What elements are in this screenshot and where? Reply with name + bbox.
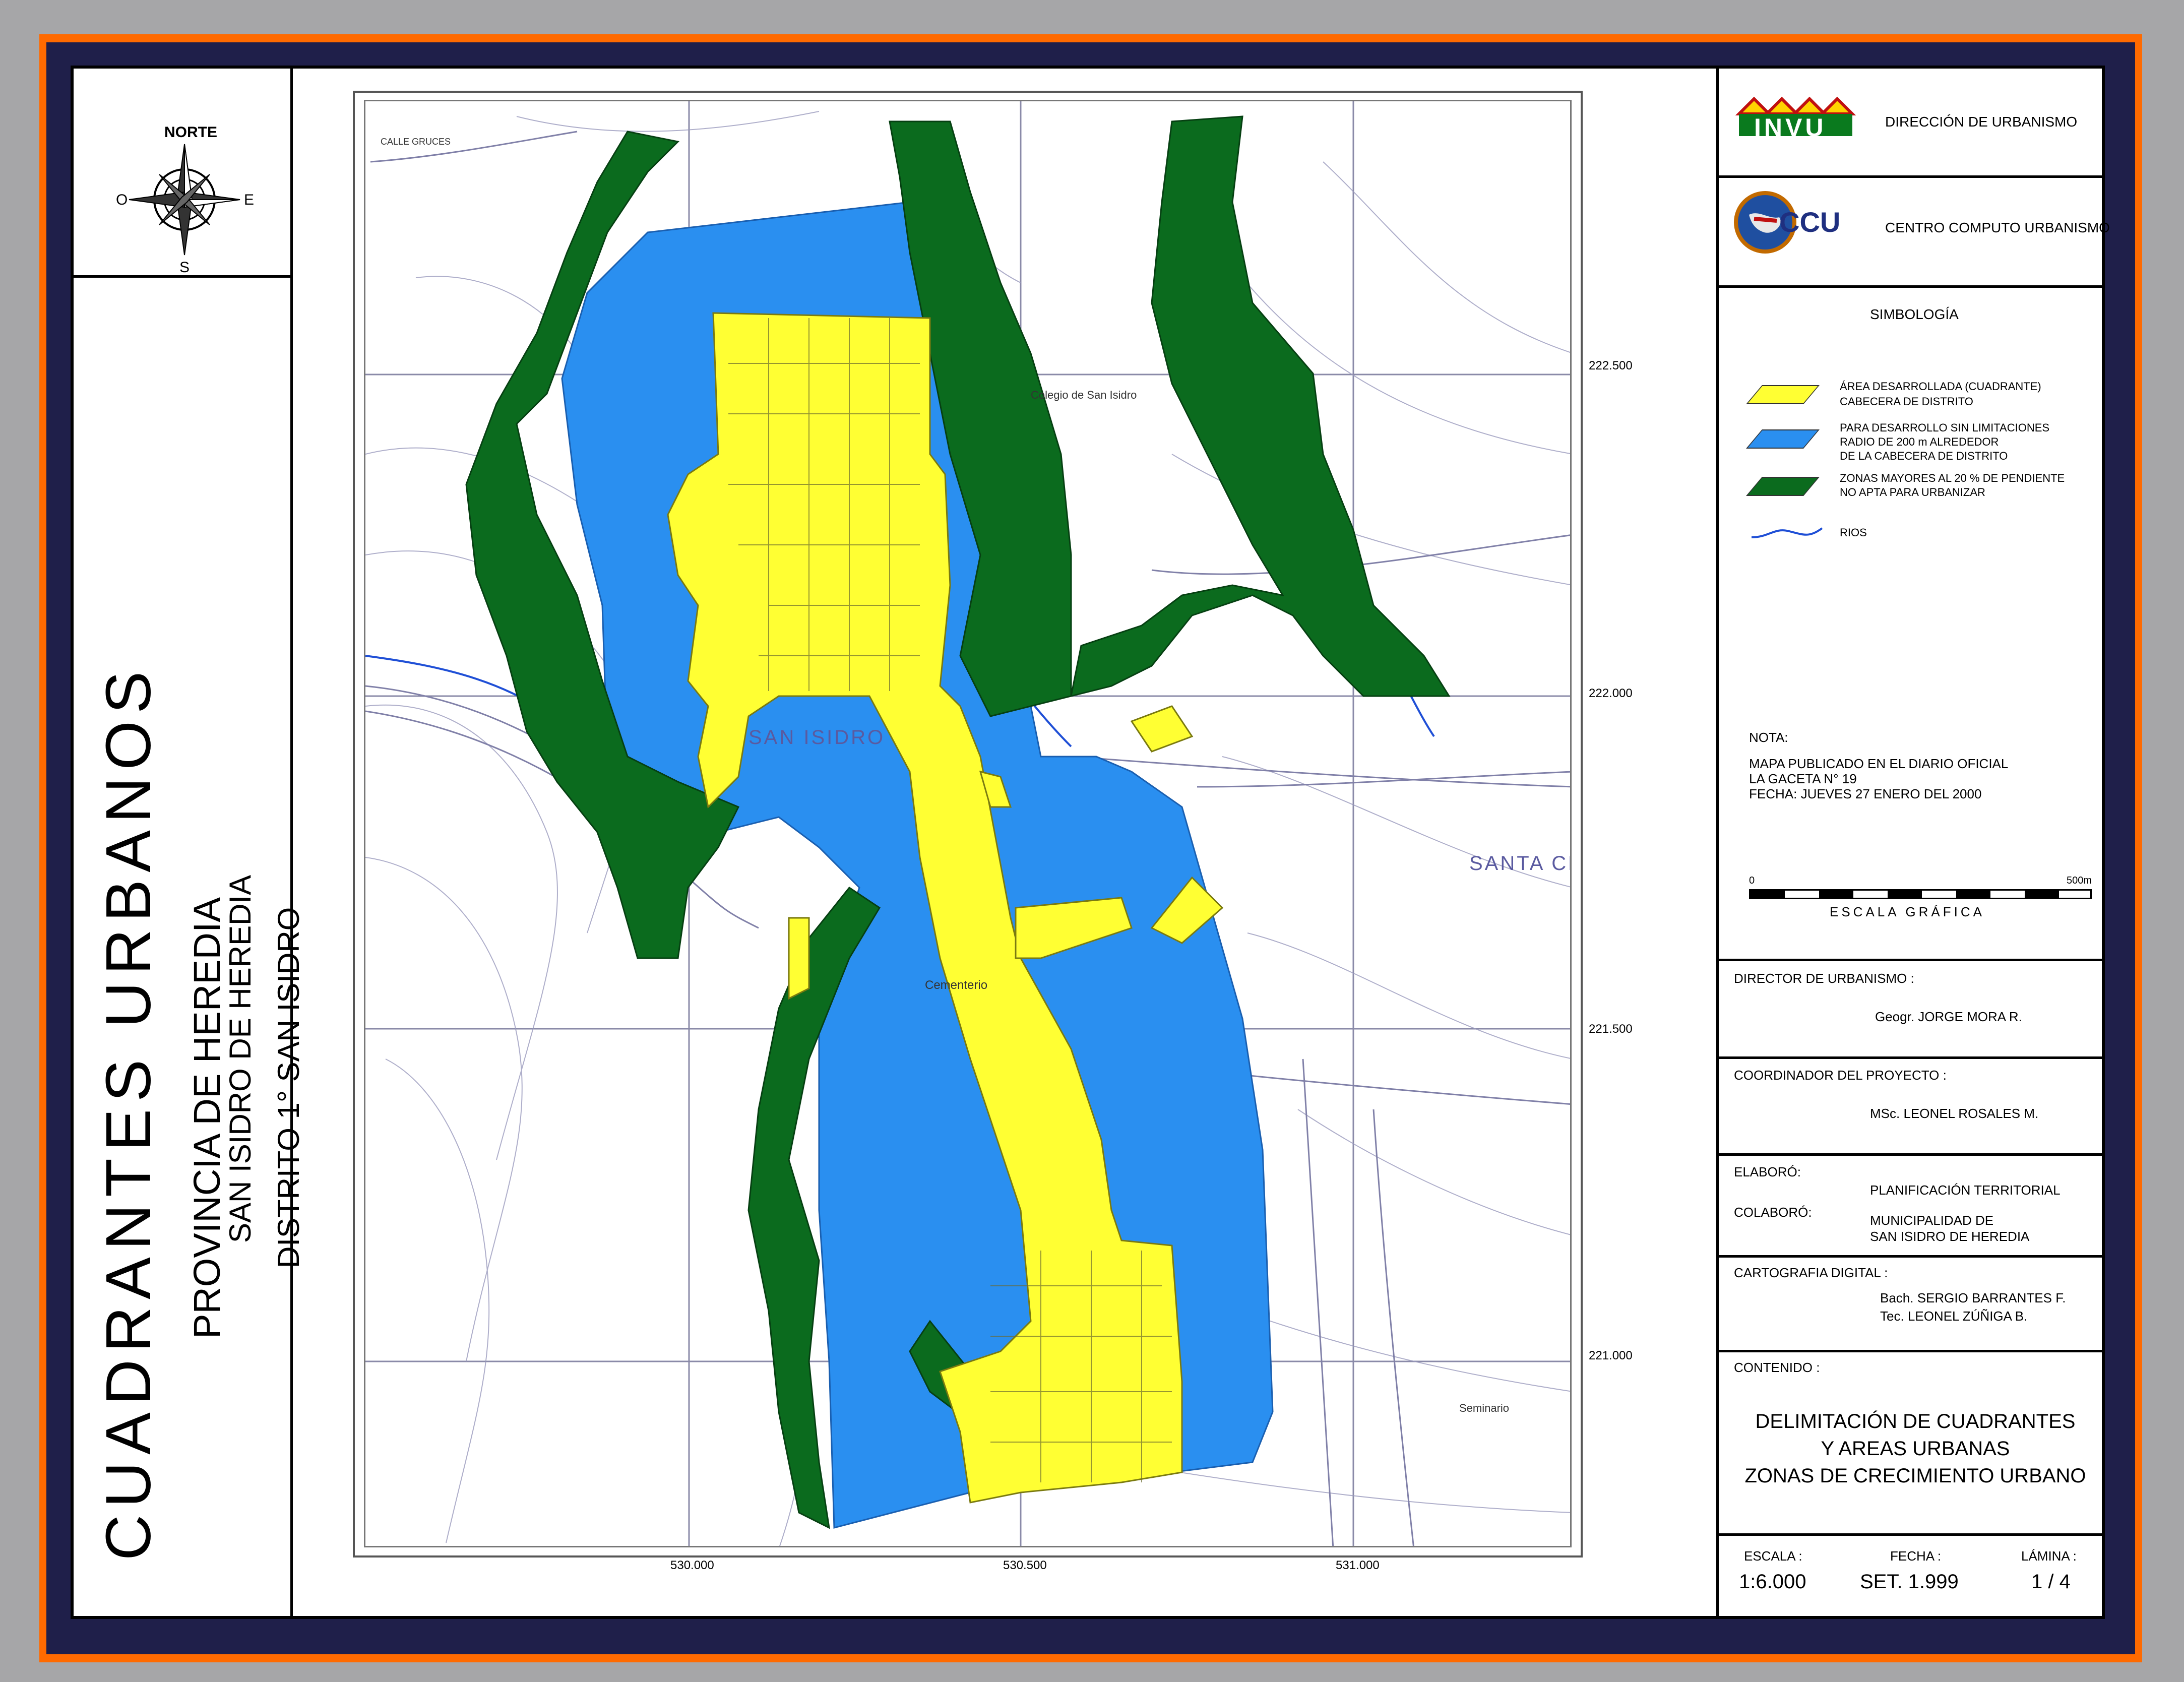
legend-expansion-line2: RADIO DE 200 m ALREDEDOR [1840, 435, 1999, 448]
cartografia-label: CARTOGRAFIA DIGITAL : [1734, 1265, 1888, 1280]
fecha-label: FECHA : [1890, 1548, 1942, 1564]
map-area: SAN ISIDRO SANTA CRU Cementerio Colegio … [364, 100, 1572, 1547]
cartografia-divider [1719, 1350, 2102, 1352]
scale-end: 500m [2067, 875, 2092, 886]
map-canvas [365, 101, 1570, 1546]
invu-logo: INVU [1734, 94, 1860, 142]
ccu-logo-text: CCU [1779, 206, 1841, 238]
grid-x-label-3: 531.000 [1336, 1559, 1380, 1572]
legend-developed-line1: ÁREA DESARROLLADA (CUADRANTE) [1840, 380, 2041, 393]
note-heading: NOTA: [1749, 730, 1788, 745]
contenido-label: CONTENIDO : [1734, 1360, 1820, 1375]
director-divider [1719, 1056, 2102, 1059]
place-label-school: Colegio de San Isidro [1031, 389, 1137, 401]
lamina-value: 1 / 4 [2031, 1571, 2071, 1593]
compass-west-label: O [116, 192, 128, 208]
legend-title: SIMBOLOGÍA [1870, 306, 1959, 322]
elaboro-divider [1719, 1255, 2102, 1258]
grid-x-label-1: 530.000 [670, 1559, 714, 1572]
place-label-town: SAN ISIDRO [748, 726, 886, 749]
legend-river-icon [1751, 527, 1823, 538]
coordinator-label: COORDINADOR DEL PROYECTO : [1734, 1068, 1947, 1083]
grid-y-label-2: 222.000 [1589, 687, 1633, 700]
province-title: PROVINCIA DE HEREDIA [186, 897, 228, 1339]
coordinator-name: MSc. LEONEL ROSALES M. [1870, 1106, 2039, 1121]
compass-north-label: NORTE [164, 124, 217, 141]
scale-divider [1719, 959, 2102, 961]
grid-x-label-2: 530.500 [1003, 1559, 1047, 1572]
left-panel-border [290, 69, 293, 1616]
legend-expansion-line1: PARA DESARROLLO SIN LIMITACIONES [1840, 421, 2050, 434]
place-label-seminary: Seminario [1459, 1402, 1510, 1414]
left-panel: NORTE S O E CUADRANTES URBANOS PROVINCIA… [74, 69, 305, 1616]
developed-area-west [788, 917, 810, 1000]
cartografia-name2: Tec. LEONEL ZÚÑIGA B. [1880, 1309, 2028, 1324]
legend-steep-line1: ZONAS MAYORES AL 20 % DE PENDIENTE [1840, 472, 2065, 484]
contenido-divider [1719, 1533, 2102, 1536]
elaboro-value: PLANIFICACIÓN TERRITORIAL [1870, 1182, 2061, 1198]
right-panel: INVU DIRECCIÓN DE URBANISMO CCU CENTRO C… [1719, 69, 2110, 1616]
note-line2: LA GACETA N° 19 [1749, 771, 1857, 786]
fecha-value: SET. 1.999 [1860, 1571, 1959, 1593]
place-label-street: CALLE GRUCES [381, 137, 451, 147]
lamina-label: LÁMINA : [2021, 1548, 2077, 1564]
elaboro-label: ELABORÓ: [1734, 1164, 1801, 1179]
ccu-title: CENTRO COMPUTO URBANISMO [1885, 220, 2110, 235]
developed-area-east1 [1130, 705, 1194, 753]
grid-y-label-1: 222.500 [1589, 359, 1633, 372]
district-title: DISTRITO 1° SAN ISIDRO [272, 907, 305, 1268]
legend-rivers: RIOS [1840, 526, 1867, 539]
compass-south-label: S [179, 259, 190, 276]
header-divider-1 [1719, 175, 2102, 178]
invu-logo-text: INVU [1754, 113, 1827, 142]
grid-y-label-4: 221.000 [1589, 1349, 1633, 1362]
compass-rose: NORTE S O E [114, 99, 255, 280]
place-label-santa-cruz: SANTA CRU [1469, 852, 1570, 875]
colaboro-line1: MUNICIPALIDAD DE [1870, 1213, 1994, 1228]
legend-swatch-steep [1746, 477, 1820, 496]
director-label: DIRECTOR DE URBANISMO : [1734, 971, 1914, 986]
ccu-logo: CCU [1734, 190, 1860, 255]
legend-expansion-line3: DE LA CABECERA DE DISTRITO [1840, 450, 2008, 462]
place-label-cemetery: Cementerio [925, 978, 988, 992]
compass-east-label: E [244, 192, 255, 208]
escala-label: ESCALA : [1744, 1548, 1802, 1564]
colaboro-label: COLABORÓ: [1734, 1205, 1812, 1220]
canton-title: SAN ISIDRO DE HEREDIA [223, 875, 257, 1243]
grid-y-label-3: 221.500 [1589, 1022, 1633, 1036]
note-line1: MAPA PUBLICADO EN EL DIARIO OFICIAL [1749, 756, 2009, 771]
scale-start: 0 [1749, 875, 1755, 886]
note-line3: FECHA: JUEVES 27 ENERO DEL 2000 [1749, 786, 1982, 801]
contenido-line3: ZONAS DE CRECIMIENTO URBANO [1744, 1465, 2086, 1487]
colaboro-line2: SAN ISIDRO DE HEREDIA [1870, 1229, 2030, 1244]
header-divider-2 [1719, 285, 2102, 288]
contenido-line2: Y AREAS URBANAS [1821, 1438, 2010, 1460]
left-panel-divider [74, 275, 290, 278]
legend-swatch-developed [1746, 385, 1820, 404]
scale-bar [1749, 889, 2092, 899]
escala-value: 1:6.000 [1739, 1571, 1806, 1593]
scale-label: ESCALA GRÁFICA [1830, 904, 1985, 919]
steep-zone-east [1070, 115, 1451, 698]
legend-developed-line2: CABECERA DE DISTRITO [1840, 395, 1973, 408]
invu-title: DIRECCIÓN DE URBANISMO [1885, 114, 2078, 130]
cartografia-name1: Bach. SERGIO BARRANTES F. [1880, 1290, 2066, 1305]
director-name: Geogr. JORGE MORA R. [1875, 1009, 2022, 1024]
contenido-line1: DELIMITACIÓN DE CUADRANTES [1755, 1410, 2076, 1432]
coordinator-divider [1719, 1153, 2102, 1156]
legend-swatch-expansion [1746, 429, 1820, 449]
legend-steep-line2: NO APTA PARA URBANIZAR [1840, 486, 1985, 499]
main-title: CUADRANTES URBANOS [93, 664, 164, 1561]
